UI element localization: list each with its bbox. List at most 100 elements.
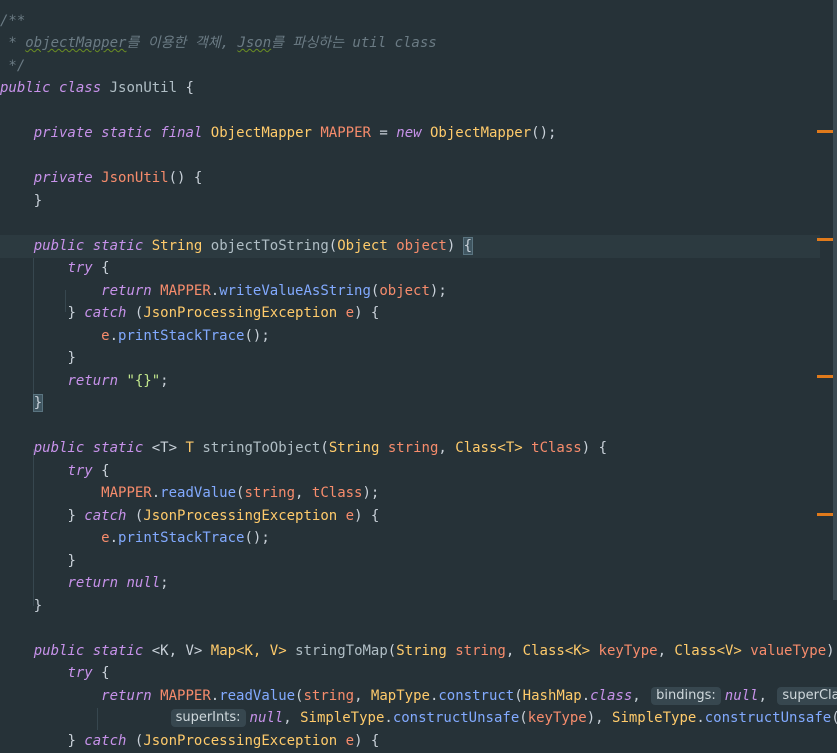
keyword: public xyxy=(33,238,85,254)
string-literal: "{}" xyxy=(126,373,161,389)
matched-brace: } xyxy=(32,394,44,412)
vertical-scrollbar[interactable] xyxy=(833,0,837,600)
keyword: null xyxy=(126,575,161,591)
type-name: MapType xyxy=(370,688,430,704)
field-name: MAPPER xyxy=(160,688,211,704)
type-name: Map<K, V> xyxy=(210,643,287,659)
code-line: try { xyxy=(67,463,110,479)
keyword: public xyxy=(0,80,51,96)
field-name: MAPPER xyxy=(101,485,152,501)
keyword: return xyxy=(101,283,152,299)
scroll-marker[interactable] xyxy=(817,130,833,133)
code-line: public static <K, V> Map<K, V> stringToM… xyxy=(33,643,835,659)
code-line-current: public static String objectToString(Obje… xyxy=(0,235,820,258)
param-name: string xyxy=(244,485,296,501)
code-line: private static final ObjectMapper MAPPER… xyxy=(33,125,557,141)
type-name: ObjectMapper xyxy=(210,125,312,141)
code-line: } xyxy=(33,598,43,614)
param-name: string xyxy=(455,643,506,659)
doc-comment-word: objectMapper xyxy=(25,35,127,51)
type-name: SimpleType xyxy=(300,710,385,726)
keyword: new xyxy=(396,125,422,141)
doc-comment-prefix: * xyxy=(0,35,26,51)
type-name: T xyxy=(185,440,194,456)
keyword: static xyxy=(101,125,152,141)
type-name: HashMap xyxy=(522,688,582,704)
code-line: } catch (JsonProcessingException e) { xyxy=(67,508,380,524)
method-call: construct xyxy=(438,688,515,704)
param-name: valueType xyxy=(750,643,827,659)
constructor-name: JsonUtil xyxy=(101,170,169,186)
code-line: } catch (JsonProcessingException e) { xyxy=(67,733,380,749)
keyword: try xyxy=(67,260,93,276)
type-name: String xyxy=(396,643,447,659)
scroll-marker[interactable] xyxy=(817,238,833,241)
doc-comment-open: /** xyxy=(0,13,26,29)
param-name: string xyxy=(303,688,355,704)
generic-param: <T> xyxy=(151,440,178,456)
param-name: e xyxy=(101,530,110,546)
method-name: objectToString xyxy=(210,238,329,254)
type-name: ObjectMapper xyxy=(430,125,532,141)
inlay-hint: superClass: xyxy=(777,687,837,705)
doc-comment-text: 를 이용한 객체, xyxy=(126,35,238,51)
keyword: null xyxy=(724,688,759,704)
type-name: String xyxy=(151,238,203,254)
code-line: } xyxy=(0,392,820,415)
method-call: printStackTrace xyxy=(118,328,245,344)
type-name: JsonProcessingException xyxy=(143,305,338,321)
class-name: JsonUtil xyxy=(109,80,178,96)
code-editor[interactable]: /** * objectMapper를 이용한 객체, Json를 파싱하는 u… xyxy=(0,0,837,749)
code-line: MAPPER.readValue(string, tClass); xyxy=(101,485,380,501)
code-line: return MAPPER.writeValueAsString(object)… xyxy=(101,283,447,299)
method-call: constructUnsafe xyxy=(704,710,832,726)
keyword: catch xyxy=(84,305,127,321)
keyword: private xyxy=(33,170,93,186)
code-line: } xyxy=(67,350,76,366)
keyword: final xyxy=(160,125,203,141)
method-call: constructUnsafe xyxy=(392,710,520,726)
scroll-marker[interactable] xyxy=(817,375,833,378)
code-line: superInts: null, SimpleType.constructUnsa… xyxy=(0,707,837,730)
doc-comment-close: */ xyxy=(0,58,26,74)
param-name: keyType xyxy=(527,710,587,726)
code-line: public class JsonUtil { xyxy=(0,80,194,96)
param-name: object xyxy=(379,283,430,299)
field-name: MAPPER xyxy=(160,283,211,299)
keyword: catch xyxy=(84,508,127,524)
keyword: null xyxy=(249,710,284,726)
param-name: e xyxy=(101,328,110,344)
keyword: public xyxy=(33,440,85,456)
param-name: string xyxy=(387,440,439,456)
inlay-hint: superInts: xyxy=(170,709,246,727)
code-line: } xyxy=(67,553,76,569)
code-line: } catch (JsonProcessingException e) { xyxy=(67,305,380,321)
inlay-hint: bindings: xyxy=(651,687,721,705)
code-line: e.printStackTrace(); xyxy=(101,328,270,344)
method-call: readValue xyxy=(219,688,296,704)
keyword: public xyxy=(33,643,85,659)
type-name: Object xyxy=(337,238,388,254)
keyword: private xyxy=(33,125,93,141)
code-line: */ xyxy=(0,55,820,78)
type-name: Class<K> xyxy=(522,643,591,659)
code-line: return null; xyxy=(67,575,169,591)
generic-param: <K, V> xyxy=(151,643,203,659)
method-name: stringToObject xyxy=(202,440,321,456)
keyword: try xyxy=(67,665,93,681)
scroll-marker[interactable] xyxy=(817,513,833,516)
matched-brace: { xyxy=(462,237,474,255)
type-name: JsonProcessingException xyxy=(143,508,338,524)
keyword: try xyxy=(67,463,93,479)
code-line: e.printStackTrace(); xyxy=(101,530,270,546)
keyword: static xyxy=(92,643,144,659)
method-call: readValue xyxy=(160,485,237,501)
type-name: Class<V> xyxy=(674,643,742,659)
keyword: class xyxy=(59,80,102,96)
method-name: stringToMap xyxy=(295,643,388,659)
code-line: } xyxy=(33,193,43,209)
code-line: * objectMapper를 이용한 객체, Json를 파싱하는 util … xyxy=(0,32,820,55)
code-line: try { xyxy=(67,260,110,276)
keyword: class xyxy=(590,688,633,704)
method-call: writeValueAsString xyxy=(219,283,371,299)
